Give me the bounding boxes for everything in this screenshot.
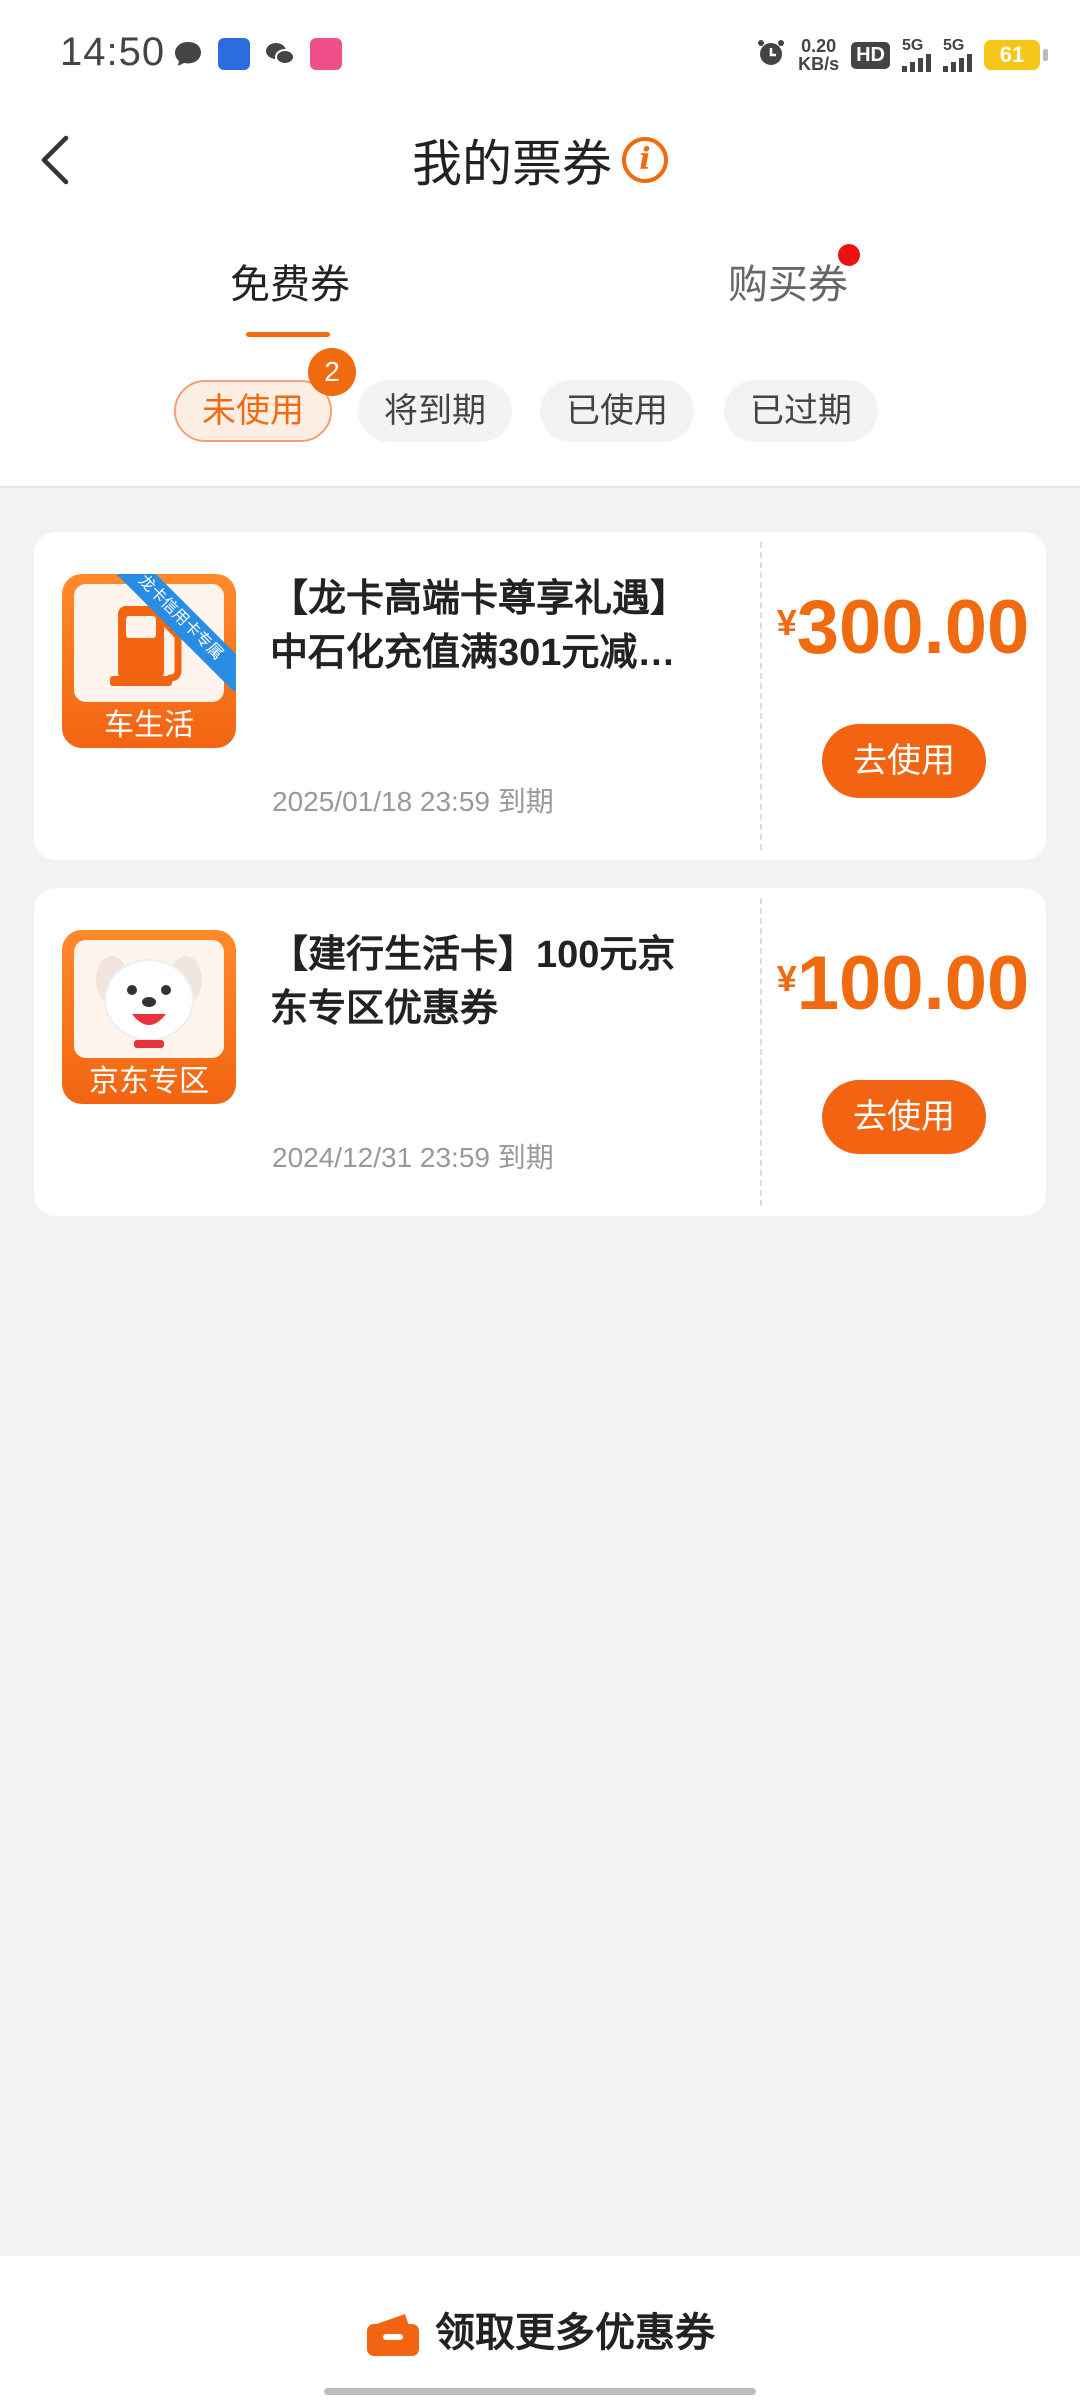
speed-value: 0.20 [801, 36, 837, 56]
tab-free-coupons[interactable]: 免费券 [230, 252, 350, 310]
app-notification-icon [218, 38, 250, 70]
filter-used[interactable]: 已使用 [540, 380, 694, 442]
currency-symbol: ¥ [776, 958, 797, 999]
alarm-icon [756, 38, 786, 73]
tab-active-indicator [246, 332, 330, 337]
signal-1: 5G [902, 38, 931, 72]
status-right: 0.20 KB/s HD 5G 5G 61 [756, 32, 1048, 78]
battery-icon: 61 [984, 40, 1048, 70]
filter-expired[interactable]: 已过期 [724, 380, 878, 442]
signal-bars-icon [943, 54, 972, 72]
unused-count-badge: 2 [308, 348, 356, 396]
jd-dog-icon [74, 940, 224, 1058]
coupon-title: 【建行生活卡】100元京东专区优惠券 [270, 934, 676, 1030]
coupon-title: 【龙卡高端卡尊享礼遇】中石化充值满301元减… [270, 578, 689, 674]
use-coupon-button[interactable]: 去使用 [822, 1080, 986, 1154]
coupon-logo: 龙卡信用卡专属 车生活 [62, 574, 236, 748]
wechat-icon [264, 38, 296, 70]
coupon-amount: ¥100.00 [760, 940, 1046, 1027]
coupon-card[interactable]: 龙卡信用卡专属 车生活 【龙卡高端卡尊享礼遇】中石化充值满301元减… 2025… [34, 532, 1046, 860]
coupon-logo: 京东专区 [62, 930, 236, 1104]
coupon-amount: ¥300.00 [760, 584, 1046, 671]
get-more-coupons-button[interactable]: 领取更多优惠券 [0, 2300, 1080, 2358]
signal-bars-icon [902, 54, 931, 72]
new-dot-badge [838, 244, 860, 266]
coupon-card[interactable]: 京东专区 【建行生活卡】100元京东专区优惠券 2024/12/31 23:59… [34, 888, 1046, 1216]
bilibili-icon [310, 38, 342, 70]
title-bar: 我的票券 i [0, 124, 1080, 196]
amount-value: 100.00 [796, 941, 1030, 1026]
status-bar: 14:50 0.20 KB/s HD 5G 5G 61 [0, 0, 1080, 110]
coupon-bag-icon [365, 2312, 421, 2358]
network-speed: 0.20 KB/s [798, 37, 839, 73]
logo-caption: 车生活 [104, 709, 194, 742]
filter-expiring[interactable]: 将到期 [358, 380, 512, 442]
message-icon [172, 38, 204, 70]
get-more-coupons-label: 领取更多优惠券 [435, 2311, 715, 2355]
status-time: 14:50 [60, 30, 166, 74]
network-type-1: 5G [902, 37, 924, 54]
coupon-expiry: 2025/01/18 23:59 到期 [272, 786, 554, 817]
speed-unit: KB/s [798, 54, 840, 74]
bottom-bar: 领取更多优惠券 [0, 2256, 1080, 2400]
hd-icon: HD [851, 41, 890, 69]
currency-symbol: ¥ [776, 602, 797, 643]
info-icon[interactable]: i [622, 137, 668, 183]
filter-unused[interactable]: 未使用 [174, 380, 332, 442]
use-coupon-button[interactable]: 去使用 [822, 724, 986, 798]
signal-2: 5G [943, 38, 972, 72]
network-type-2: 5G [943, 37, 965, 54]
home-indicator[interactable] [324, 2388, 756, 2395]
tab-purchased-coupons[interactable]: 购买券 [728, 252, 848, 310]
page-title: 我的票券 [412, 136, 612, 192]
logo-caption: 京东专区 [89, 1065, 209, 1098]
amount-value: 300.00 [796, 585, 1030, 670]
coupon-expiry: 2024/12/31 23:59 到期 [272, 1142, 554, 1173]
